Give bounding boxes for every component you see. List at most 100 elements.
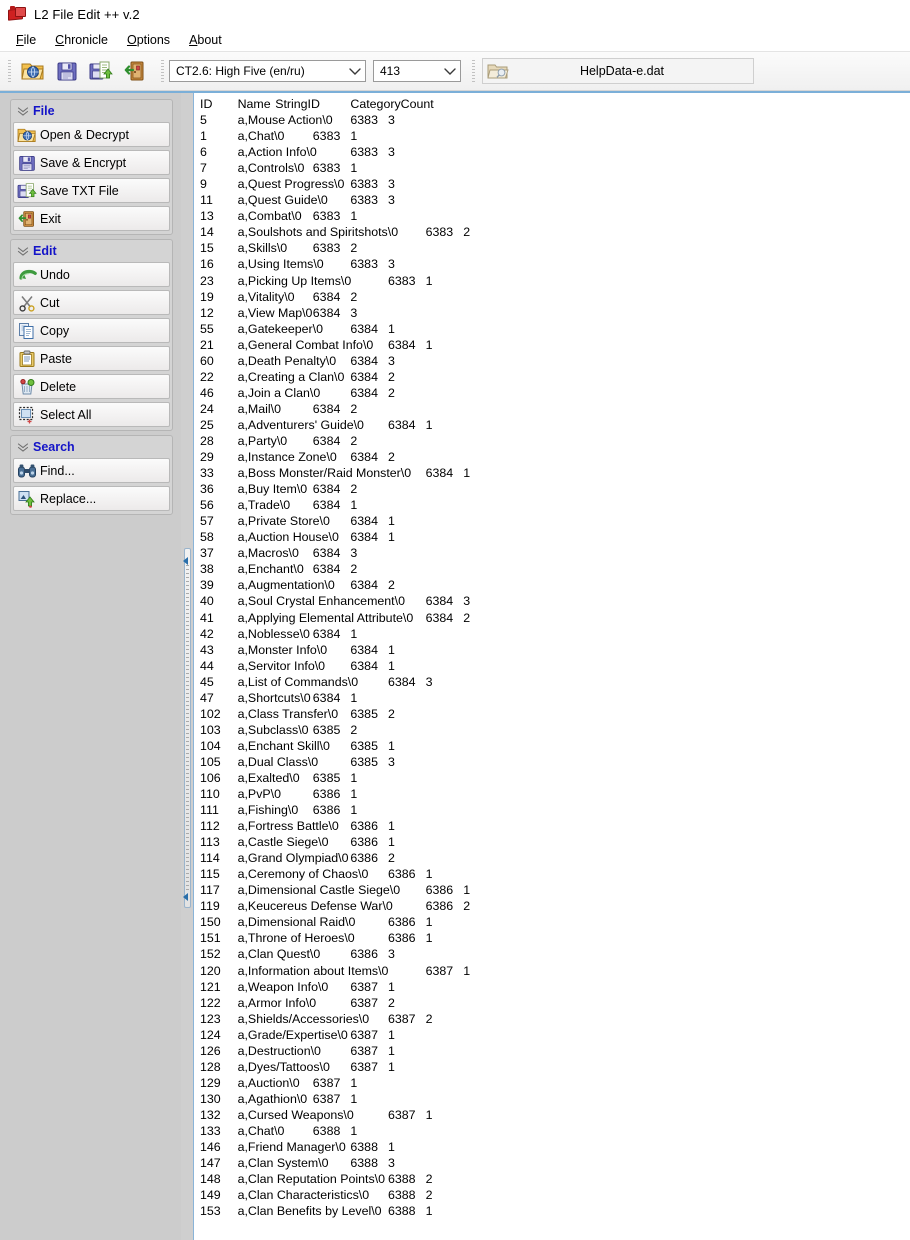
table-row[interactable]: 7 a,Controls\0 6383 1 bbox=[200, 160, 910, 176]
splitter-handle[interactable] bbox=[184, 548, 191, 908]
sidebar-item-select-all[interactable]: Select All bbox=[13, 402, 170, 427]
table-row[interactable]: 37 a,Macros\0 6384 3 bbox=[200, 545, 910, 561]
splitter-arrow-bottom-icon[interactable] bbox=[183, 893, 188, 901]
menu-item-options[interactable]: Options bbox=[119, 31, 181, 50]
table-row[interactable]: 110 a,PvP\0 6386 1 bbox=[200, 786, 910, 802]
table-row[interactable]: 16 a,Using Items\0 6383 3 bbox=[200, 256, 910, 272]
sidebar-item-undo[interactable]: Undo bbox=[13, 262, 170, 287]
table-row[interactable]: 14 a,Soulshots and Spiritshots\0 6383 2 bbox=[200, 224, 910, 240]
table-row[interactable]: 130 a,Agathion\0 6387 1 bbox=[200, 1091, 910, 1107]
table-row[interactable]: 147 a,Clan System\0 6388 3 bbox=[200, 1155, 910, 1171]
table-row[interactable]: 56 a,Trade\0 6384 1 bbox=[200, 497, 910, 513]
sidebar-item-paste[interactable]: Paste bbox=[13, 346, 170, 371]
table-row[interactable]: 102 a,Class Transfer\0 6385 2 bbox=[200, 706, 910, 722]
table-row[interactable]: 5 a,Mouse Action\0 6383 3 bbox=[200, 112, 910, 128]
sidebar-item-replace[interactable]: Replace... bbox=[13, 486, 170, 511]
pane-splitter[interactable] bbox=[181, 93, 193, 1240]
table-row[interactable]: 11 a,Quest Guide\0 6383 3 bbox=[200, 192, 910, 208]
table-row[interactable]: 36 a,Buy Item\0 6384 2 bbox=[200, 481, 910, 497]
table-row[interactable]: 105 a,Dual Class\0 6385 3 bbox=[200, 754, 910, 770]
table-row[interactable]: 47 a,Shortcuts\0 6384 1 bbox=[200, 690, 910, 706]
sidebar-item-exit[interactable]: Exit bbox=[13, 206, 170, 231]
chronicle-select[interactable]: CT2.6: High Five (en/ru) bbox=[169, 60, 366, 82]
table-row[interactable]: 112 a,Fortress Battle\0 6386 1 bbox=[200, 818, 910, 834]
table-row[interactable]: 133 a,Chat\0 6388 1 bbox=[200, 1123, 910, 1139]
toolbar-grip-2[interactable] bbox=[161, 60, 164, 82]
table-row[interactable]: 42 a,Noblesse\0 6384 1 bbox=[200, 626, 910, 642]
count-select[interactable]: 413 bbox=[373, 60, 461, 82]
table-row[interactable]: 45 a,List of Commands\0 6384 3 bbox=[200, 674, 910, 690]
sidebar-item-delete[interactable]: Delete bbox=[13, 374, 170, 399]
table-row[interactable]: 113 a,Castle Siege\0 6386 1 bbox=[200, 834, 910, 850]
toolbar-open-decrypt-button[interactable] bbox=[16, 55, 50, 87]
toolbar-save-encrypt-button[interactable] bbox=[50, 55, 84, 87]
splitter-arrow-top-icon[interactable] bbox=[183, 557, 188, 565]
current-file-field[interactable]: HelpData-e.dat bbox=[482, 58, 754, 84]
table-row[interactable]: 60 a,Death Penalty\0 6384 3 bbox=[200, 353, 910, 369]
editor-rows[interactable]: ID Name StringID CategoryCount 5 a,Mouse Acti… bbox=[194, 93, 910, 1219]
table-row[interactable]: 106 a,Exalted\0 6385 1 bbox=[200, 770, 910, 786]
table-row[interactable]: 124 a,Grade/Expertise\0 6387 1 bbox=[200, 1027, 910, 1043]
table-row[interactable]: 148 a,Clan Reputation Points\0 6388 2 bbox=[200, 1171, 910, 1187]
menu-item-about[interactable]: About bbox=[181, 31, 233, 50]
table-row[interactable]: 119 a,Keucereus Defense War\0 6386 2 bbox=[200, 898, 910, 914]
table-row[interactable]: 120 a,Information about Items\0 6387 1 bbox=[200, 963, 910, 979]
sidebar-item-find[interactable]: Find... bbox=[13, 458, 170, 483]
table-row[interactable]: 6 a,Action Info\0 6383 3 bbox=[200, 144, 910, 160]
editor-text-pane[interactable]: ID Name StringID CategoryCount 5 a,Mouse Acti… bbox=[193, 93, 910, 1240]
toolbar-save-txt-button[interactable] bbox=[84, 55, 118, 87]
table-row[interactable]: 9 a,Quest Progress\0 6383 3 bbox=[200, 176, 910, 192]
table-row[interactable]: 150 a,Dimensional Raid\0 6386 1 bbox=[200, 914, 910, 930]
table-row[interactable]: 104 a,Enchant Skill\0 6385 1 bbox=[200, 738, 910, 754]
menu-item-file[interactable]: File bbox=[8, 31, 47, 50]
table-row[interactable]: 39 a,Augmentation\0 6384 2 bbox=[200, 577, 910, 593]
sidebar-item-copy[interactable]: Copy bbox=[13, 318, 170, 343]
editor-header-row[interactable]: ID Name StringID CategoryCount bbox=[200, 96, 910, 112]
table-row[interactable]: 114 a,Grand Olympiad\0 6386 2 bbox=[200, 850, 910, 866]
table-row[interactable]: 22 a,Creating a Clan\0 6384 2 bbox=[200, 369, 910, 385]
table-row[interactable]: 57 a,Private Store\0 6384 1 bbox=[200, 513, 910, 529]
table-row[interactable]: 128 a,Dyes/Tattoos\0 6387 1 bbox=[200, 1059, 910, 1075]
table-row[interactable]: 117 a,Dimensional Castle Siege\0 6386 1 bbox=[200, 882, 910, 898]
table-row[interactable]: 122 a,Armor Info\0 6387 2 bbox=[200, 995, 910, 1011]
table-row[interactable]: 21 a,General Combat Info\0 6384 1 bbox=[200, 337, 910, 353]
table-row[interactable]: 43 a,Monster Info\0 6384 1 bbox=[200, 642, 910, 658]
table-row[interactable]: 55 a,Gatekeeper\0 6384 1 bbox=[200, 321, 910, 337]
table-row[interactable]: 1 a,Chat\0 6383 1 bbox=[200, 128, 910, 144]
table-row[interactable]: 41 a,Applying Elemental Attribute\0 6384 2 bbox=[200, 610, 910, 626]
table-row[interactable]: 12 a,View Map\06384 3 bbox=[200, 305, 910, 321]
table-row[interactable]: 126 a,Destruction\0 6387 1 bbox=[200, 1043, 910, 1059]
table-row[interactable]: 29 a,Instance Zone\0 6384 2 bbox=[200, 449, 910, 465]
table-row[interactable]: 152 a,Clan Quest\0 6386 3 bbox=[200, 946, 910, 962]
table-row[interactable]: 46 a,Join a Clan\0 6384 2 bbox=[200, 385, 910, 401]
table-row[interactable]: 19 a,Vitality\0 6384 2 bbox=[200, 289, 910, 305]
toolbar-grip-3[interactable] bbox=[472, 60, 475, 82]
table-row[interactable]: 25 a,Adventurers' Guide\0 6384 1 bbox=[200, 417, 910, 433]
table-row[interactable]: 132 a,Cursed Weapons\0 6387 1 bbox=[200, 1107, 910, 1123]
table-row[interactable]: 123 a,Shields/Accessories\0 6387 2 bbox=[200, 1011, 910, 1027]
table-row[interactable]: 28 a,Party\0 6384 2 bbox=[200, 433, 910, 449]
table-row[interactable]: 153 a,Clan Benefits by Level\0 6388 1 bbox=[200, 1203, 910, 1219]
table-row[interactable]: 121 a,Weapon Info\0 6387 1 bbox=[200, 979, 910, 995]
sidebar-group-search-header[interactable]: Search bbox=[13, 438, 170, 458]
sidebar-item-save-txt[interactable]: Save TXT File bbox=[13, 178, 170, 203]
table-row[interactable]: 44 a,Servitor Info\0 6384 1 bbox=[200, 658, 910, 674]
sidebar-item-open-decrypt[interactable]: Open & Decrypt bbox=[13, 122, 170, 147]
table-row[interactable]: 38 a,Enchant\0 6384 2 bbox=[200, 561, 910, 577]
table-row[interactable]: 103 a,Subclass\0 6385 2 bbox=[200, 722, 910, 738]
table-row[interactable]: 129 a,Auction\0 6387 1 bbox=[200, 1075, 910, 1091]
table-row[interactable]: 24 a,Mail\0 6384 2 bbox=[200, 401, 910, 417]
table-row[interactable]: 40 a,Soul Crystal Enhancement\0 6384 3 bbox=[200, 593, 910, 609]
sidebar-group-file-header[interactable]: File bbox=[13, 102, 170, 122]
table-row[interactable]: 151 a,Throne of Heroes\0 6386 1 bbox=[200, 930, 910, 946]
sidebar-item-cut[interactable]: Cut bbox=[13, 290, 170, 315]
table-row[interactable]: 13 a,Combat\0 6383 1 bbox=[200, 208, 910, 224]
sidebar-group-edit-header[interactable]: Edit bbox=[13, 242, 170, 262]
menu-item-chronicle[interactable]: Chronicle bbox=[47, 31, 119, 50]
table-row[interactable]: 146 a,Friend Manager\0 6388 1 bbox=[200, 1139, 910, 1155]
table-row[interactable]: 111 a,Fishing\0 6386 1 bbox=[200, 802, 910, 818]
table-row[interactable]: 58 a,Auction House\0 6384 1 bbox=[200, 529, 910, 545]
table-row[interactable]: 15 a,Skills\0 6383 2 bbox=[200, 240, 910, 256]
table-row[interactable]: 149 a,Clan Characteristics\0 6388 2 bbox=[200, 1187, 910, 1203]
table-row[interactable]: 23 a,Picking Up Items\0 6383 1 bbox=[200, 273, 910, 289]
